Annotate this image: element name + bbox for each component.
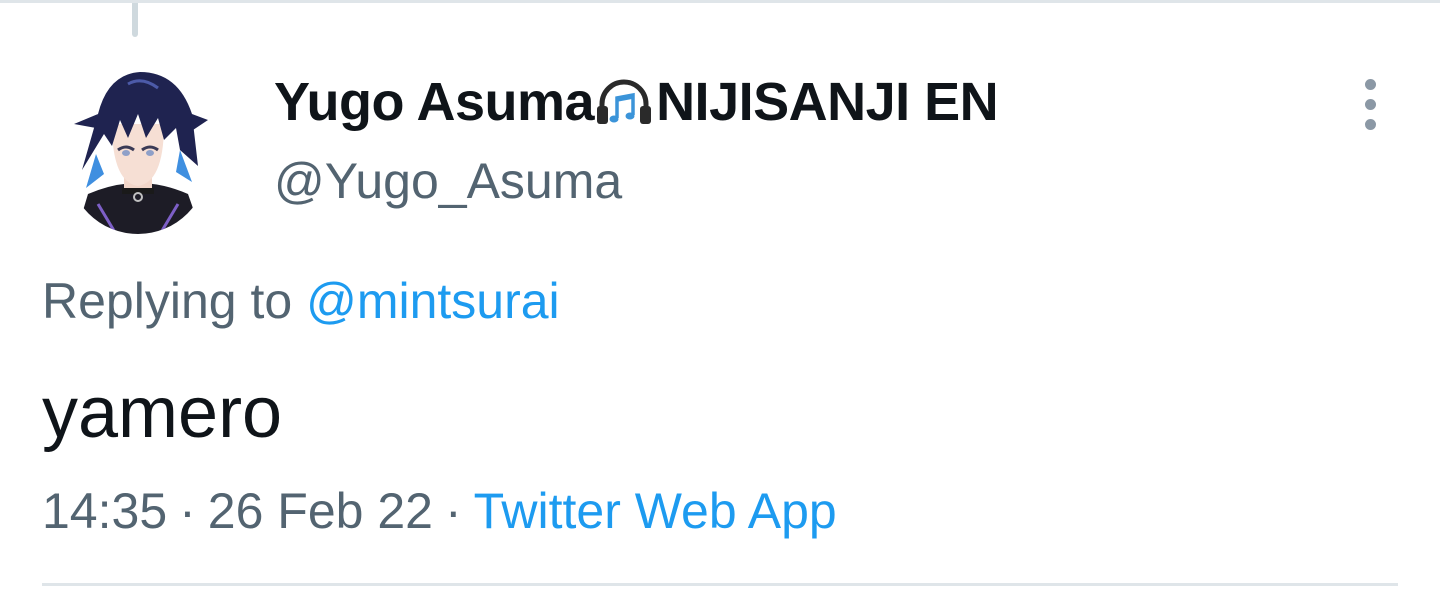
bottom-divider xyxy=(42,583,1398,586)
meta-separator-2: · xyxy=(444,483,462,539)
tweet-meta: 14:35 · 26 Feb 22 · Twitter Web App xyxy=(42,482,837,540)
display-name[interactable]: Yugo Asuma NIJISANJI EN xyxy=(274,70,999,134)
display-name-part1: Yugo Asuma xyxy=(274,72,595,132)
top-divider xyxy=(0,0,1440,3)
more-options-button[interactable] xyxy=(1352,74,1388,134)
replying-to: Replying to @mintsurai xyxy=(42,272,560,330)
more-vertical-icon-dot3 xyxy=(1364,118,1376,130)
tweet-date[interactable]: 26 Feb 22 xyxy=(208,483,433,539)
user-handle[interactable]: @Yugo_Asuma xyxy=(274,152,998,210)
tweet-text: yamero xyxy=(42,373,283,453)
meta-separator: · xyxy=(179,483,196,539)
tweet-source-link[interactable]: Twitter Web App xyxy=(474,483,837,539)
reply-mention-link[interactable]: @mintsurai xyxy=(306,273,560,329)
headphones-music-icon xyxy=(597,79,652,124)
more-vertical-icon xyxy=(1364,78,1376,90)
replying-to-label: Replying to xyxy=(42,273,293,329)
avatar[interactable] xyxy=(68,54,208,234)
more-vertical-icon-dot2 xyxy=(1364,98,1376,110)
tweet-author: Yugo Asuma NIJISANJI EN @Yugo_Asuma xyxy=(274,70,999,210)
thread-connector-line xyxy=(132,3,138,37)
display-name-part2: NIJISANJI EN xyxy=(656,72,999,132)
tweet-time[interactable]: 14:35 xyxy=(42,483,167,539)
